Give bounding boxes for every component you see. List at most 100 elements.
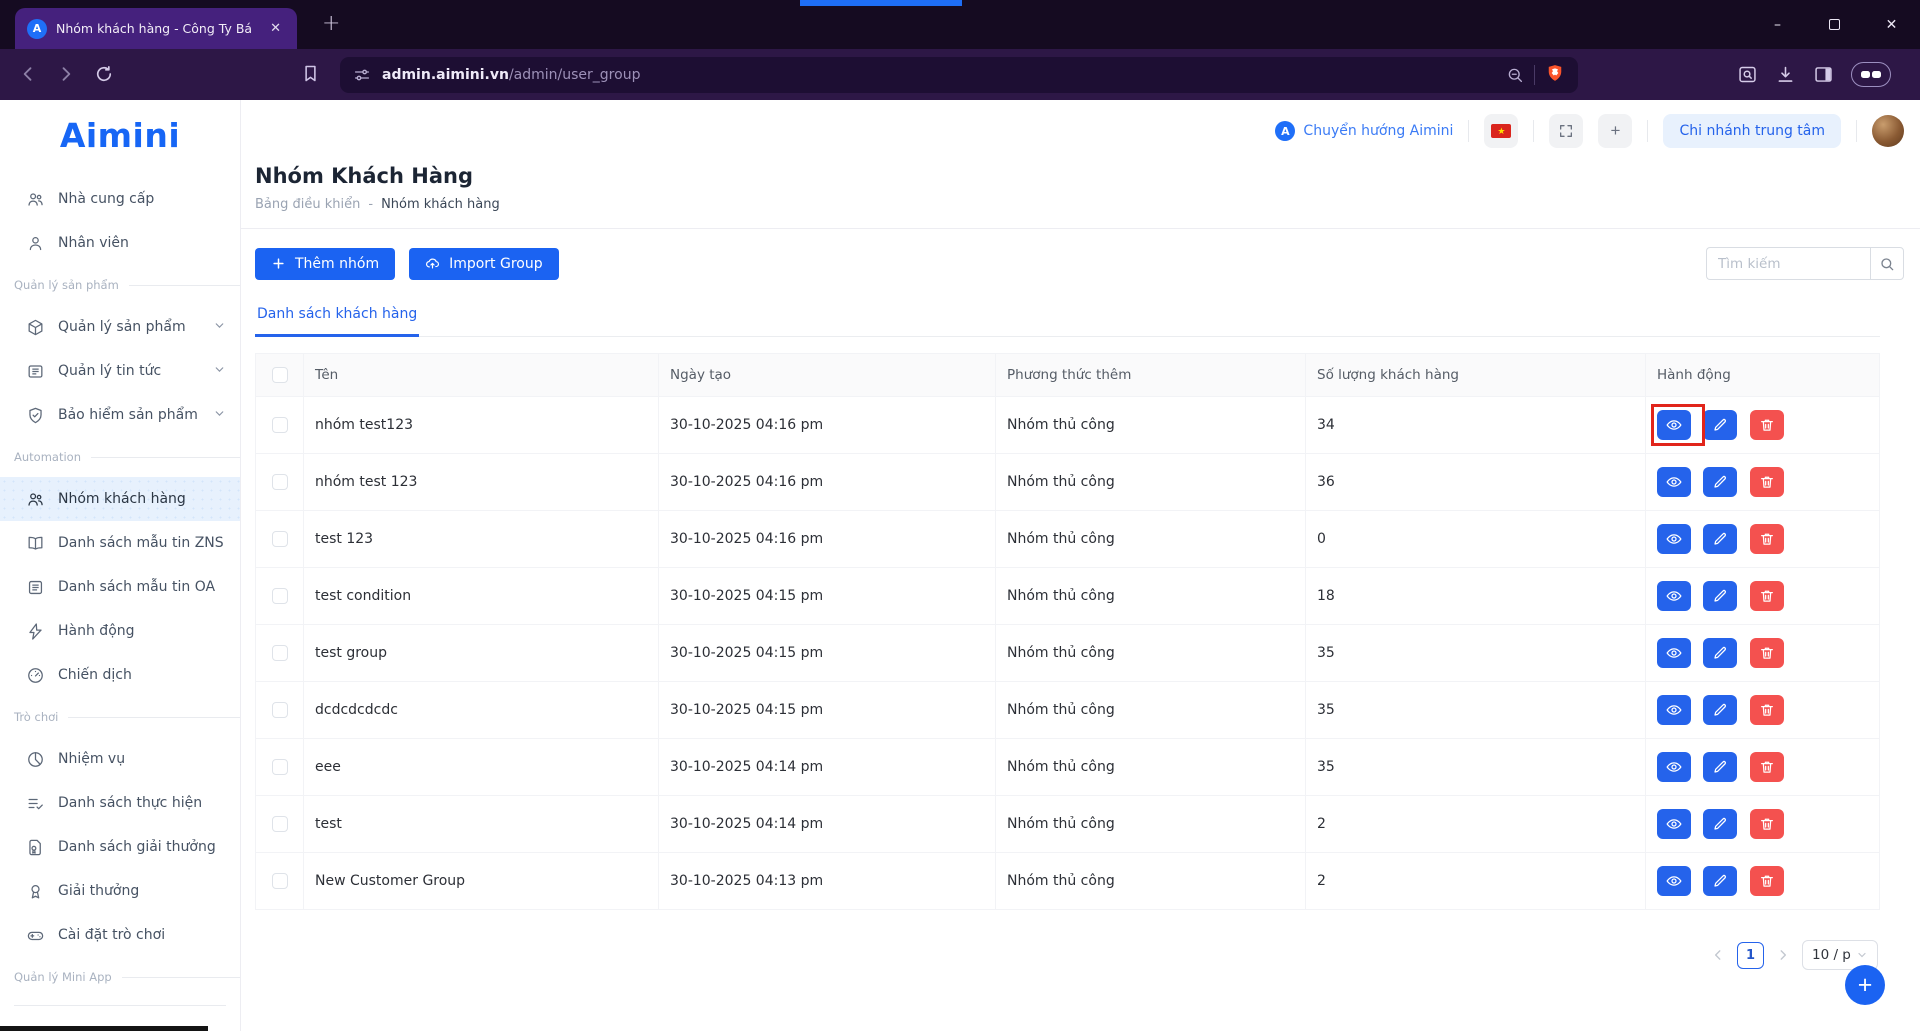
row-checkbox[interactable] xyxy=(272,531,288,547)
search-button[interactable] xyxy=(1870,247,1904,280)
downloads-button[interactable] xyxy=(1775,64,1796,85)
sidebar-item-danh-sach-mau-tin-oa[interactable]: Danh sách mẫu tin OA xyxy=(0,565,240,609)
eye-icon xyxy=(1666,816,1682,832)
edit-button[interactable] xyxy=(1703,638,1737,668)
edit-button[interactable] xyxy=(1703,410,1737,440)
breadcrumb-root[interactable]: Bảng điều khiển xyxy=(255,197,360,212)
view-button[interactable] xyxy=(1657,524,1691,554)
site-settings-icon[interactable] xyxy=(353,66,371,84)
select-all-checkbox[interactable] xyxy=(272,367,288,383)
window-minimize-button[interactable]: – xyxy=(1749,0,1806,49)
row-checkbox[interactable] xyxy=(272,417,288,433)
sidebar-item-danh-sach-mau-tin-zns[interactable]: Danh sách mẫu tin ZNS xyxy=(0,521,240,565)
prev-page-button[interactable] xyxy=(1711,948,1725,962)
delete-button[interactable] xyxy=(1750,638,1784,668)
add-group-button[interactable]: Thêm nhóm xyxy=(255,248,395,280)
sidebar-item-quan-ly-tin-tuc[interactable]: Quản lý tin tức xyxy=(0,349,240,393)
cell-method: Nhóm thủ công xyxy=(996,397,1306,454)
brave-wallet-button[interactable] xyxy=(1851,62,1891,87)
window-maximize-button[interactable] xyxy=(1806,0,1863,49)
search-tab-icon[interactable] xyxy=(1506,66,1524,84)
view-button[interactable] xyxy=(1657,410,1691,440)
sidebar-item-danh-sach-giai-thuong[interactable]: Danh sách giải thưởng xyxy=(0,825,240,869)
delete-button[interactable] xyxy=(1750,695,1784,725)
cell-method: Nhóm thủ công xyxy=(996,853,1306,910)
floating-add-button[interactable]: + xyxy=(1845,965,1885,1005)
trash-icon xyxy=(1759,474,1775,490)
view-button[interactable] xyxy=(1657,695,1691,725)
row-checkbox[interactable] xyxy=(272,759,288,775)
cell-method: Nhóm thủ công xyxy=(996,568,1306,625)
forward-button[interactable] xyxy=(56,64,76,88)
side-panel-button[interactable] xyxy=(1813,64,1834,85)
bookmark-button[interactable] xyxy=(300,63,321,88)
table-row: test condition 30-10-2025 04:15 pm Nhóm … xyxy=(256,568,1880,625)
view-button[interactable] xyxy=(1657,581,1691,611)
view-button[interactable] xyxy=(1657,752,1691,782)
search-input[interactable] xyxy=(1706,247,1870,280)
user-avatar[interactable] xyxy=(1872,115,1904,147)
row-checkbox[interactable] xyxy=(272,816,288,832)
cell-created: 30-10-2025 04:14 pm xyxy=(659,796,996,853)
tab-close-icon[interactable]: ✕ xyxy=(266,19,285,38)
row-checkbox[interactable] xyxy=(272,474,288,490)
sidebar-item-bao-hiem-san-pham[interactable]: Bảo hiểm sản phẩm xyxy=(0,393,240,437)
branch-button[interactable]: Chi nhánh trung tâm xyxy=(1663,114,1841,148)
view-button[interactable] xyxy=(1657,866,1691,896)
edit-button[interactable] xyxy=(1703,467,1737,497)
reload-button[interactable] xyxy=(94,64,114,88)
delete-button[interactable] xyxy=(1750,752,1784,782)
row-checkbox[interactable] xyxy=(272,702,288,718)
sidebar-item-quan-ly-san-pham[interactable]: Quản lý sản phẩm xyxy=(0,305,240,349)
delete-button[interactable] xyxy=(1750,866,1784,896)
sidebar-item-nhan-vien[interactable]: Nhân viên xyxy=(0,221,240,265)
sidebar-search-button[interactable] xyxy=(1737,64,1758,85)
sidebar-item-nhom-khach-hang[interactable]: Nhóm khách hàng xyxy=(0,477,240,521)
sidebar-item-giai-thuong[interactable]: Giải thưởng xyxy=(0,869,240,913)
sidebar-item-hanh-dong[interactable]: Hành động xyxy=(0,609,240,653)
sidebar-item-label: Nhà cung cấp xyxy=(58,191,154,207)
delete-button[interactable] xyxy=(1750,581,1784,611)
sidebar-item-nha-cung-cap[interactable]: Nhà cung cấp xyxy=(0,177,240,221)
edit-button[interactable] xyxy=(1703,581,1737,611)
col-method: Phương thức thêm xyxy=(996,354,1306,397)
cell-count: 34 xyxy=(1306,397,1646,454)
edit-button[interactable] xyxy=(1703,866,1737,896)
language-button[interactable]: ★ xyxy=(1484,114,1518,148)
brave-shield-icon[interactable] xyxy=(1545,63,1565,87)
edit-button[interactable] xyxy=(1703,524,1737,554)
delete-button[interactable] xyxy=(1750,410,1784,440)
delete-button[interactable] xyxy=(1750,809,1784,839)
view-button[interactable] xyxy=(1657,638,1691,668)
add-widget-button[interactable]: + xyxy=(1598,114,1632,148)
eye-icon xyxy=(1666,474,1682,490)
table-row: New Customer Group 30-10-2025 04:13 pm N… xyxy=(256,853,1880,910)
import-group-button[interactable]: Import Group xyxy=(409,248,559,280)
delete-button[interactable] xyxy=(1750,467,1784,497)
back-button[interactable] xyxy=(18,64,38,88)
page-number[interactable]: 1 xyxy=(1737,942,1764,969)
window-close-button[interactable]: ✕ xyxy=(1863,0,1920,49)
next-page-button[interactable] xyxy=(1776,948,1790,962)
edit-button[interactable] xyxy=(1703,695,1737,725)
url-bar[interactable]: admin.aimini.vn/admin/user_group xyxy=(340,57,1578,93)
row-checkbox[interactable] xyxy=(272,588,288,604)
browser-tab[interactable]: A Nhóm khách hàng - Công Ty Bá ✕ xyxy=(15,8,297,49)
fullscreen-button[interactable] xyxy=(1549,114,1583,148)
view-button[interactable] xyxy=(1657,467,1691,497)
edit-button[interactable] xyxy=(1703,752,1737,782)
row-checkbox[interactable] xyxy=(272,873,288,889)
redirect-aimini-link[interactable]: A Chuyển hướng Aimini xyxy=(1275,121,1453,141)
edit-button[interactable] xyxy=(1703,809,1737,839)
sidebar-collapse-button[interactable] xyxy=(0,1006,240,1022)
sidebar-item-cai-dat-tro-choi[interactable]: Cài đặt trò chơi xyxy=(0,913,240,957)
sidebar-item-chien-dich[interactable]: Chiến dịch xyxy=(0,653,240,697)
row-checkbox[interactable] xyxy=(272,645,288,661)
sidebar-item-nhiem-vu[interactable]: Nhiệm vụ xyxy=(0,737,240,781)
cell-name: nhóm test123 xyxy=(304,397,659,454)
delete-button[interactable] xyxy=(1750,524,1784,554)
sidebar-item-danh-sach-thuc-hien[interactable]: Danh sách thực hiện xyxy=(0,781,240,825)
new-tab-button[interactable]: + xyxy=(322,11,340,36)
view-button[interactable] xyxy=(1657,809,1691,839)
tab-danh-sach-khach-hang[interactable]: Danh sách khách hàng xyxy=(255,302,419,337)
